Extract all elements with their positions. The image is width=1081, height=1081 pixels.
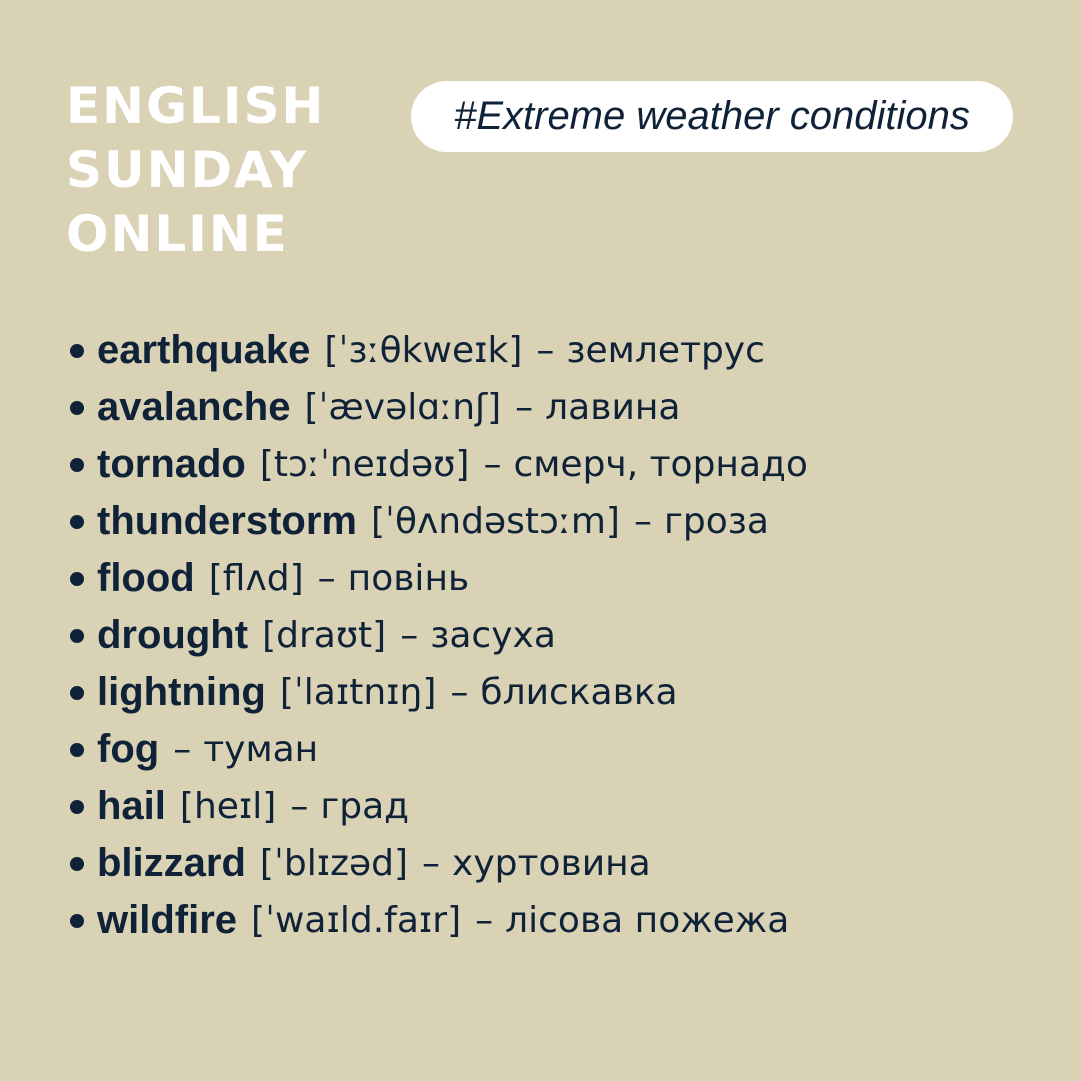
- bullet-icon: [70, 457, 84, 472]
- separator: –: [422, 843, 441, 884]
- transcription: [ˈblɪzəd]: [259, 843, 409, 884]
- transcription: [flʌd]: [208, 558, 304, 599]
- separator: –: [515, 387, 534, 428]
- english-word: avalanche: [97, 385, 291, 429]
- transcription: [draʊt]: [262, 615, 387, 656]
- separator: –: [633, 501, 652, 542]
- logo-line-2: SUNDAY: [66, 141, 309, 199]
- list-item: earthquake [ˈɜːθkweɪk] – землетрус: [66, 322, 808, 379]
- list-item: drought [draʊt] – засуха: [66, 607, 808, 664]
- translation: лавина: [545, 387, 681, 428]
- bullet-icon: [70, 343, 84, 358]
- english-word: wildfire: [97, 898, 238, 942]
- translation: землетрус: [566, 330, 765, 371]
- translation: гроза: [663, 501, 769, 542]
- separator: –: [475, 900, 494, 941]
- separator: –: [173, 729, 192, 770]
- bullet-icon: [70, 742, 84, 757]
- transcription: [ˈlaɪtnɪŋ]: [279, 672, 437, 713]
- logo-line-1: ENGLISH: [66, 77, 326, 135]
- english-word: drought: [97, 613, 249, 657]
- english-word: hail: [97, 784, 166, 828]
- translation: блискавка: [480, 672, 678, 713]
- translation: хуртовина: [452, 843, 651, 884]
- list-item: tornado [tɔːˈneɪdəʊ] – смерч, торнадо: [66, 436, 808, 493]
- bullet-icon: [70, 685, 84, 700]
- transcription: [ˈθʌndəstɔːm]: [371, 501, 620, 542]
- transcription: [heɪl]: [179, 786, 277, 827]
- bullet-icon: [70, 514, 84, 529]
- translation: град: [320, 786, 410, 827]
- english-word: tornado: [97, 442, 246, 486]
- list-item: blizzard [ˈblɪzəd] – хуртовина: [66, 835, 808, 892]
- english-word: lightning: [97, 670, 266, 714]
- english-word: blizzard: [97, 841, 246, 885]
- bullet-icon: [70, 628, 84, 643]
- english-word: fog: [97, 727, 160, 771]
- topic-tag: #Extreme weather conditions: [411, 81, 1013, 152]
- list-item: lightning [ˈlaɪtnɪŋ] – блискавка: [66, 664, 808, 721]
- list-item: fog – туман: [66, 721, 808, 778]
- list-item: flood [flʌd] – повінь: [66, 550, 808, 607]
- separator: –: [290, 786, 309, 827]
- english-word: earthquake: [97, 328, 311, 372]
- separator: –: [450, 672, 469, 713]
- separator: –: [536, 330, 555, 371]
- transcription: [ˈævəlɑːnʃ]: [304, 387, 502, 428]
- bullet-icon: [70, 400, 84, 415]
- list-item: thunderstorm [ˈθʌndəstɔːm] – гроза: [66, 493, 808, 550]
- list-item: wildfire [ˈwaɪld.faɪr] – лісова пожежа: [66, 892, 808, 949]
- transcription: [ˈwaɪld.faɪr]: [251, 900, 462, 941]
- bullet-icon: [70, 913, 84, 928]
- transcription: [ˈɜːθkweɪk]: [324, 330, 523, 371]
- transcription: [tɔːˈneɪdəʊ]: [259, 444, 470, 485]
- translation: туман: [203, 729, 319, 770]
- logo-line-3: ONLINE: [66, 205, 289, 263]
- brand-logo: ENGLISH SUNDAY ONLINE: [66, 74, 325, 266]
- separator: –: [400, 615, 419, 656]
- list-item: avalanche [ˈævəlɑːnʃ] – лавина: [66, 379, 808, 436]
- translation: засуха: [430, 615, 556, 656]
- bullet-icon: [70, 799, 84, 814]
- bullet-icon: [70, 856, 84, 871]
- translation: смерч, торнадо: [513, 444, 808, 485]
- vocabulary-list: earthquake [ˈɜːθkweɪk] – землетрус avala…: [66, 322, 808, 949]
- translation: повінь: [347, 558, 470, 599]
- separator: –: [317, 558, 336, 599]
- english-word: thunderstorm: [97, 499, 357, 543]
- list-item: hail [heɪl] – град: [66, 778, 808, 835]
- english-word: flood: [97, 556, 195, 600]
- separator: –: [483, 444, 502, 485]
- bullet-icon: [70, 571, 84, 586]
- translation: лісова пожежа: [505, 900, 790, 941]
